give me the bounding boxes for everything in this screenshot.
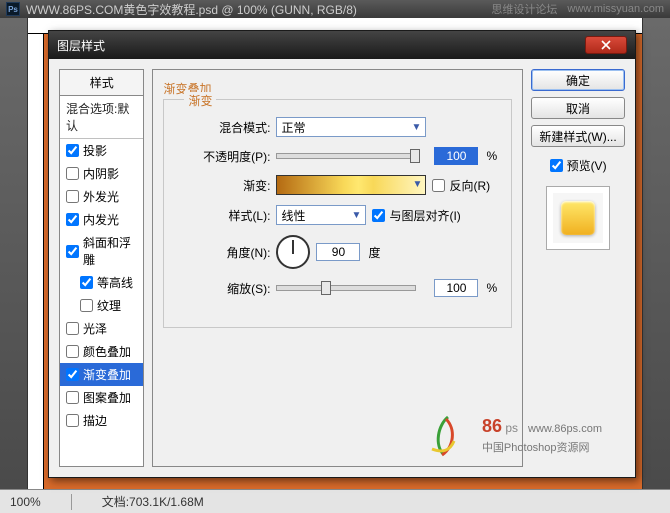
settings-panel: 渐变叠加 渐变 混合模式: 正常▼ 不透明度(P): 100 % (152, 69, 523, 467)
doc-size: 文档:703.1K/1.68M (102, 493, 204, 510)
style-item-1[interactable]: 内阴影 (60, 162, 143, 185)
new-style-button[interactable]: 新建样式(W)... (531, 125, 625, 147)
angle-dial[interactable] (276, 235, 310, 269)
style-item-10[interactable]: 图案叠加 (60, 386, 143, 409)
app-titlebar: Ps WWW.86PS.COM黄色字效教程.psd @ 100% (GUNN, … (0, 0, 670, 18)
style-item-label: 颜色叠加 (83, 343, 131, 360)
style-item-2[interactable]: 外发光 (60, 185, 143, 208)
styles-header[interactable]: 样式 (60, 70, 143, 96)
angle-label: 角度(N): (178, 244, 270, 261)
blend-options-row[interactable]: 混合选项:默认 (60, 96, 143, 139)
style-item-checkbox[interactable] (66, 391, 79, 404)
style-item-6[interactable]: 纹理 (60, 294, 143, 317)
site-label: www.missyuan.com (567, 3, 664, 15)
dialog-buttons: 确定 取消 新建样式(W)... 预览(V) (531, 69, 625, 467)
style-item-11[interactable]: 描边 (60, 409, 143, 432)
style-item-checkbox[interactable] (66, 414, 79, 427)
style-item-checkbox[interactable] (80, 299, 93, 312)
preview-checkbox[interactable]: 预览(V) (531, 157, 625, 174)
fieldset-legend: 渐变 (184, 92, 216, 109)
angle-input[interactable]: 90 (316, 243, 360, 261)
tool-strip (0, 18, 28, 489)
preview-swatch (546, 186, 610, 250)
style-item-label: 描边 (83, 412, 107, 429)
ruler-vertical (28, 34, 44, 489)
style-item-label: 投影 (83, 142, 107, 159)
style-item-checkbox[interactable] (66, 345, 79, 358)
style-item-3[interactable]: 内发光 (60, 208, 143, 231)
style-item-label: 外发光 (83, 188, 119, 205)
style-item-label: 斜面和浮雕 (83, 234, 137, 268)
gradient-picker[interactable]: ▼ (276, 175, 426, 195)
document-title: WWW.86PS.COM黄色字效教程.psd @ 100% (GUNN, RGB… (26, 1, 491, 18)
style-select[interactable]: 线性▼ (276, 205, 366, 225)
dialog-title: 图层样式 (57, 37, 585, 54)
style-item-label: 渐变叠加 (83, 366, 131, 383)
chevron-down-icon: ▼ (413, 179, 423, 190)
style-item-checkbox[interactable] (66, 368, 79, 381)
close-button[interactable] (585, 36, 627, 54)
style-item-label: 内发光 (83, 211, 119, 228)
status-bar: 100% 文档:703.1K/1.68M (0, 489, 670, 513)
chevron-down-icon: ▼ (412, 122, 422, 133)
style-label: 样式(L): (178, 207, 270, 224)
zoom-level[interactable]: 100% (10, 495, 41, 509)
style-item-checkbox[interactable] (66, 144, 79, 157)
ps-app-icon: Ps (6, 2, 20, 16)
style-item-checkbox[interactable] (66, 190, 79, 203)
style-item-checkbox[interactable] (66, 322, 79, 335)
opacity-input[interactable]: 100 (434, 147, 478, 165)
style-item-checkbox[interactable] (66, 167, 79, 180)
style-item-9[interactable]: 渐变叠加 (60, 363, 143, 386)
ok-button[interactable]: 确定 (531, 69, 625, 91)
style-item-5[interactable]: 等高线 (60, 271, 143, 294)
scale-unit: % (486, 281, 497, 295)
layer-style-dialog: 图层样式 样式 混合选项:默认 投影内阴影外发光内发光斜面和浮雕等高线纹理光泽颜… (48, 30, 636, 478)
close-icon (600, 40, 612, 50)
scale-input[interactable]: 100 (434, 279, 478, 297)
scale-slider[interactable] (276, 285, 416, 291)
style-item-7[interactable]: 光泽 (60, 317, 143, 340)
reverse-checkbox[interactable]: 反向(R) (432, 177, 490, 194)
panel-strip (642, 18, 670, 489)
blend-mode-select[interactable]: 正常▼ (276, 117, 426, 137)
style-item-0[interactable]: 投影 (60, 139, 143, 162)
gradient-label: 渐变: (178, 177, 270, 194)
chevron-down-icon: ▼ (352, 210, 362, 221)
style-item-4[interactable]: 斜面和浮雕 (60, 231, 143, 271)
style-item-checkbox[interactable] (66, 245, 79, 258)
style-item-checkbox[interactable] (66, 213, 79, 226)
style-item-label: 等高线 (97, 274, 133, 291)
styles-list-panel: 样式 混合选项:默认 投影内阴影外发光内发光斜面和浮雕等高线纹理光泽颜色叠加渐变… (59, 69, 144, 467)
cancel-button[interactable]: 取消 (531, 97, 625, 119)
style-item-label: 纹理 (97, 297, 121, 314)
style-item-label: 内阴影 (83, 165, 119, 182)
opacity-label: 不透明度(P): (178, 148, 270, 165)
blend-mode-label: 混合模式: (178, 119, 270, 136)
angle-unit: 度 (368, 244, 380, 261)
style-item-checkbox[interactable] (80, 276, 93, 289)
opacity-slider[interactable] (276, 153, 416, 159)
opacity-unit: % (486, 149, 497, 163)
forum-label: 思维设计论坛 (491, 1, 557, 17)
style-item-label: 图案叠加 (83, 389, 131, 406)
style-item-label: 光泽 (83, 320, 107, 337)
align-checkbox[interactable]: 与图层对齐(I) (372, 207, 460, 224)
scale-label: 缩放(S): (178, 280, 270, 297)
dialog-titlebar[interactable]: 图层样式 (49, 31, 635, 59)
style-item-8[interactable]: 颜色叠加 (60, 340, 143, 363)
